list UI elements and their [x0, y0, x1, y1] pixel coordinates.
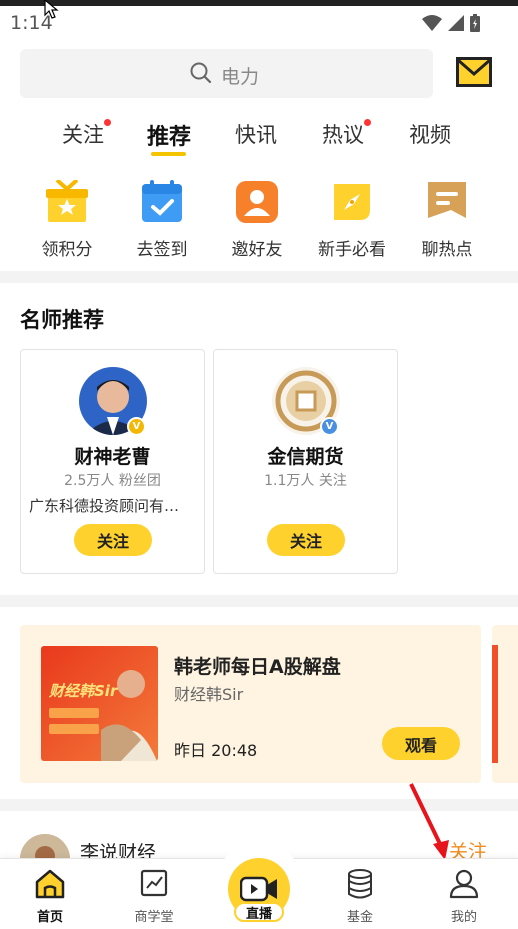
- teacher-name: 金信期货: [267, 446, 344, 468]
- invite-user-icon: [235, 180, 279, 224]
- mouse-cursor-icon: [44, 0, 59, 19]
- status-icons: [422, 14, 480, 32]
- user-icon: [448, 869, 480, 899]
- battery-icon: [470, 14, 480, 32]
- nav-label: 首页: [36, 910, 63, 925]
- teacher-fans: 1.1万人 关注: [264, 473, 347, 489]
- watch-button[interactable]: 观看: [382, 727, 460, 760]
- nav-business-school[interactable]: 商学堂: [114, 869, 194, 925]
- live-time: 昨日 20:48: [174, 741, 258, 760]
- section-divider: [0, 595, 518, 607]
- tab-video[interactable]: 视频: [409, 119, 451, 149]
- nav-home[interactable]: 首页: [10, 869, 90, 925]
- coins-stack-icon: [344, 869, 376, 899]
- follow-button[interactable]: 关注: [74, 524, 152, 556]
- teacher-card[interactable]: V 金信期货 1.1万人 关注 关注: [213, 349, 398, 574]
- follow-button[interactable]: 关注: [267, 524, 345, 556]
- teacher-name: 财神老曹: [74, 446, 151, 468]
- live-stream-card[interactable]: 财经韩Sir 韩老师每日A股解盘 财经韩Sir 昨日 20:48 观看: [20, 625, 481, 783]
- thumbnail-tag: [49, 724, 99, 734]
- signal-icon: [448, 15, 464, 31]
- chat-bubble-icon: [425, 180, 469, 224]
- host-portrait: [101, 670, 157, 761]
- thumbnail-tag: [49, 708, 99, 718]
- quick-action-newbie-guide[interactable]: 新手必看: [312, 180, 392, 260]
- tab-label: 视频: [409, 123, 451, 147]
- quick-action-hot-chat[interactable]: 聊热点: [407, 180, 487, 260]
- active-tab-indicator: [151, 152, 186, 156]
- tab-news-flash[interactable]: 快讯: [235, 119, 277, 149]
- home-icon: [34, 869, 66, 899]
- verified-badge-icon: V: [320, 417, 339, 436]
- gift-icon: [45, 178, 89, 224]
- category-tabs: 关注 推荐 快讯 热议 视频: [0, 115, 518, 161]
- quick-action-label: 去签到: [136, 240, 188, 260]
- quick-action-label: 新手必看: [318, 240, 386, 260]
- next-live-thumbnail: [492, 645, 498, 763]
- teacher-card[interactable]: V 财神老曹 2.5万人 粉丝团 广东科德投资顾问有… 关注: [20, 349, 205, 574]
- quick-action-invite[interactable]: 邀好友: [217, 180, 297, 260]
- quick-action-label: 领积分: [41, 240, 93, 260]
- teachers-section-title: 名师推荐: [20, 308, 104, 332]
- section-divider: [0, 271, 518, 283]
- red-arrow-annotation-icon: [409, 783, 449, 860]
- wifi-icon: [422, 15, 442, 31]
- search-icon: [190, 62, 212, 84]
- tab-label: 快讯: [235, 123, 277, 147]
- nav-mine[interactable]: 我的: [424, 869, 504, 925]
- teacher-fans: 2.5万人 粉丝团: [64, 473, 161, 489]
- tab-recommend[interactable]: 推荐: [147, 119, 191, 151]
- mail-icon[interactable]: [456, 57, 492, 87]
- teacher-description: 广东科德投资顾问有…: [29, 497, 180, 515]
- quick-action-label: 聊热点: [421, 240, 473, 260]
- tab-label: 热议: [322, 123, 364, 147]
- nav-label: 直播: [234, 902, 284, 922]
- nav-label: 我的: [450, 910, 477, 925]
- verified-badge-icon: V: [127, 417, 146, 436]
- nav-fund[interactable]: 基金: [320, 869, 400, 925]
- compass-icon: [330, 180, 374, 224]
- search-row: 电力: [20, 49, 498, 99]
- tab-label: 关注: [62, 123, 104, 147]
- live-author: 财经韩Sir: [174, 685, 244, 704]
- quick-action-checkin[interactable]: 去签到: [122, 180, 202, 260]
- search-placeholder: 电力: [221, 66, 260, 88]
- tab-label: 推荐: [147, 125, 192, 150]
- live-thumbnail: 财经韩Sir: [41, 646, 158, 761]
- nav-label: 基金: [346, 910, 373, 925]
- chart-board-icon: [138, 869, 170, 899]
- search-input[interactable]: 电力: [20, 49, 433, 98]
- tab-follow[interactable]: 关注: [62, 119, 111, 149]
- status-bar: 1:14: [0, 6, 518, 40]
- live-title: 韩老师每日A股解盘: [174, 656, 341, 678]
- nav-label: 商学堂: [134, 910, 174, 925]
- quick-action-points[interactable]: 领积分: [27, 178, 107, 260]
- next-live-card[interactable]: [492, 625, 518, 783]
- unread-dot: [364, 119, 371, 126]
- calendar-check-icon: [140, 180, 184, 224]
- quick-action-label: 邀好友: [231, 240, 283, 260]
- tab-hot-discussion[interactable]: 热议: [322, 119, 371, 149]
- unread-dot: [104, 119, 111, 126]
